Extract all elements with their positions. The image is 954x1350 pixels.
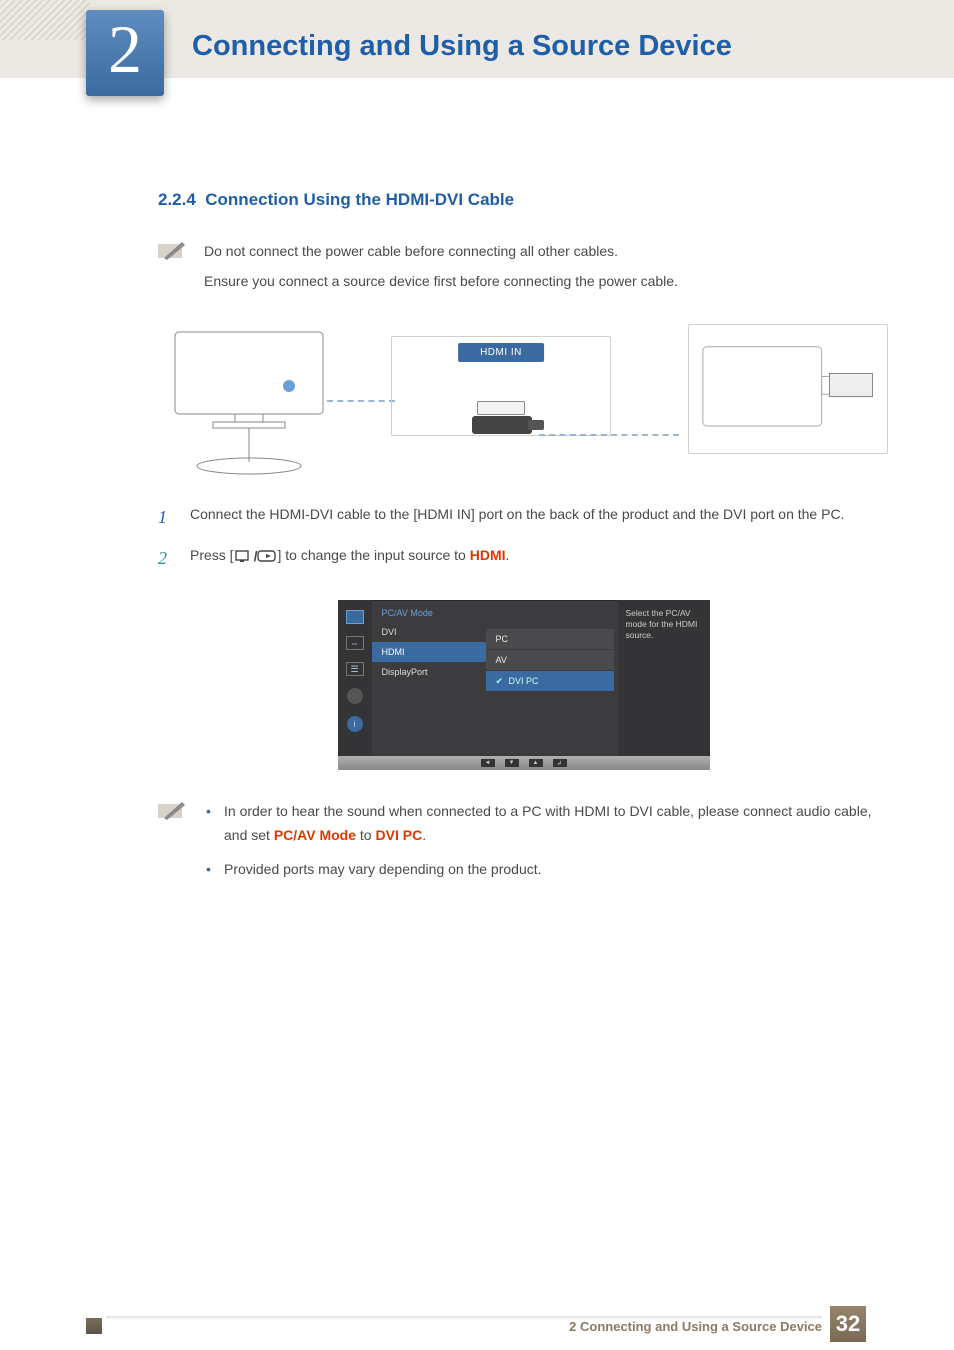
- osd-sub-dvipc: ✔DVI PC: [486, 670, 614, 691]
- note-text-1: Do not connect the power cable before co…: [204, 240, 678, 262]
- osd-icon-column: ⇔ ☰ i: [338, 600, 372, 756]
- osd-picture-icon: [346, 610, 364, 624]
- hdmi-keyword: HDMI: [470, 547, 506, 563]
- step-1-text: Connect the HDMI-DVI cable to the [HDMI …: [190, 503, 844, 532]
- osd-menu-title: PC/AV Mode: [372, 600, 486, 622]
- chapter-number-badge: 2: [86, 10, 164, 96]
- hdmi-cable-plug: [472, 416, 532, 434]
- bullet-2: Provided ports may vary depending on the…: [204, 858, 889, 882]
- note-pencil-icon: [158, 800, 186, 820]
- osd-left-icon: ◄: [481, 759, 495, 767]
- osd-info-icon: i: [347, 716, 363, 732]
- source-button-icon: /: [234, 545, 278, 567]
- page-footer: 2 Connecting and Using a Source Device 3…: [0, 1302, 954, 1350]
- pc-dvi-box: [688, 324, 888, 454]
- osd-sub-av: AV: [486, 649, 614, 670]
- osd-description: Select the PC/AV mode for the HDMI sourc…: [618, 600, 710, 756]
- footer-section-label: 2 Connecting and Using a Source Device: [569, 1319, 822, 1334]
- section-number: 2.2.4: [158, 190, 196, 209]
- chapter-title: Connecting and Using a Source Device: [192, 30, 732, 63]
- monitor-illustration: [169, 326, 329, 476]
- step-1-number: 1: [158, 503, 172, 532]
- step-1: 1 Connect the HDMI-DVI cable to the [HDM…: [158, 503, 889, 532]
- step-2-number: 2: [158, 544, 172, 573]
- page-number: 32: [830, 1306, 866, 1342]
- check-icon: ✔: [496, 676, 506, 686]
- dashed-wire-left: [327, 400, 395, 402]
- osd-pip-icon: ☰: [346, 662, 364, 676]
- osd-down-icon: ▼: [505, 759, 519, 767]
- osd-control-bar: ◄ ▼ ▲ ↲: [338, 756, 710, 770]
- osd-item-hdmi: HDMI: [372, 642, 486, 662]
- note-text-2: Ensure you connect a source device first…: [204, 270, 678, 292]
- osd-enter-icon: ↲: [553, 759, 567, 767]
- osd-screenshot: ⇔ ☰ i PC/AV Mode DVI HDMI DisplayPort PC…: [338, 600, 710, 770]
- osd-item-dvi: DVI: [372, 622, 486, 642]
- note-pencil-icon: [158, 240, 186, 260]
- chapter-number: 2: [108, 15, 142, 83]
- step-2-text: Press [/] to change the input source to …: [190, 544, 509, 573]
- osd-main-menu: PC/AV Mode DVI HDMI DisplayPort: [372, 600, 486, 756]
- osd-sub-menu: PC AV ✔DVI PC: [486, 628, 614, 691]
- dvi-pc-keyword: DVI PC: [376, 827, 423, 843]
- connection-diagram: HDMI IN: [158, 315, 889, 479]
- osd-size-icon: ⇔: [346, 636, 364, 650]
- dvi-port-icon: [829, 373, 873, 397]
- step-2: 2 Press [/] to change the input source t…: [158, 544, 889, 573]
- osd-sub-pc: PC: [486, 628, 614, 649]
- bullet-1: In order to hear the sound when connecte…: [204, 800, 889, 848]
- section-heading: 2.2.4 Connection Using the HDMI-DVI Cabl…: [158, 190, 889, 210]
- osd-settings-icon: [347, 688, 363, 704]
- pcav-mode-keyword: PC/AV Mode: [274, 827, 356, 843]
- header-slashes-decoration: [0, 0, 90, 40]
- dashed-wire-right: [539, 434, 679, 436]
- hdmi-connector-icon: [477, 401, 525, 415]
- hdmi-in-label: HDMI IN: [458, 343, 544, 362]
- section-title: Connection Using the HDMI-DVI Cable: [205, 190, 514, 209]
- osd-up-icon: ▲: [529, 759, 543, 767]
- osd-item-displayport: DisplayPort: [372, 662, 486, 682]
- footer-square-decoration: [86, 1318, 102, 1334]
